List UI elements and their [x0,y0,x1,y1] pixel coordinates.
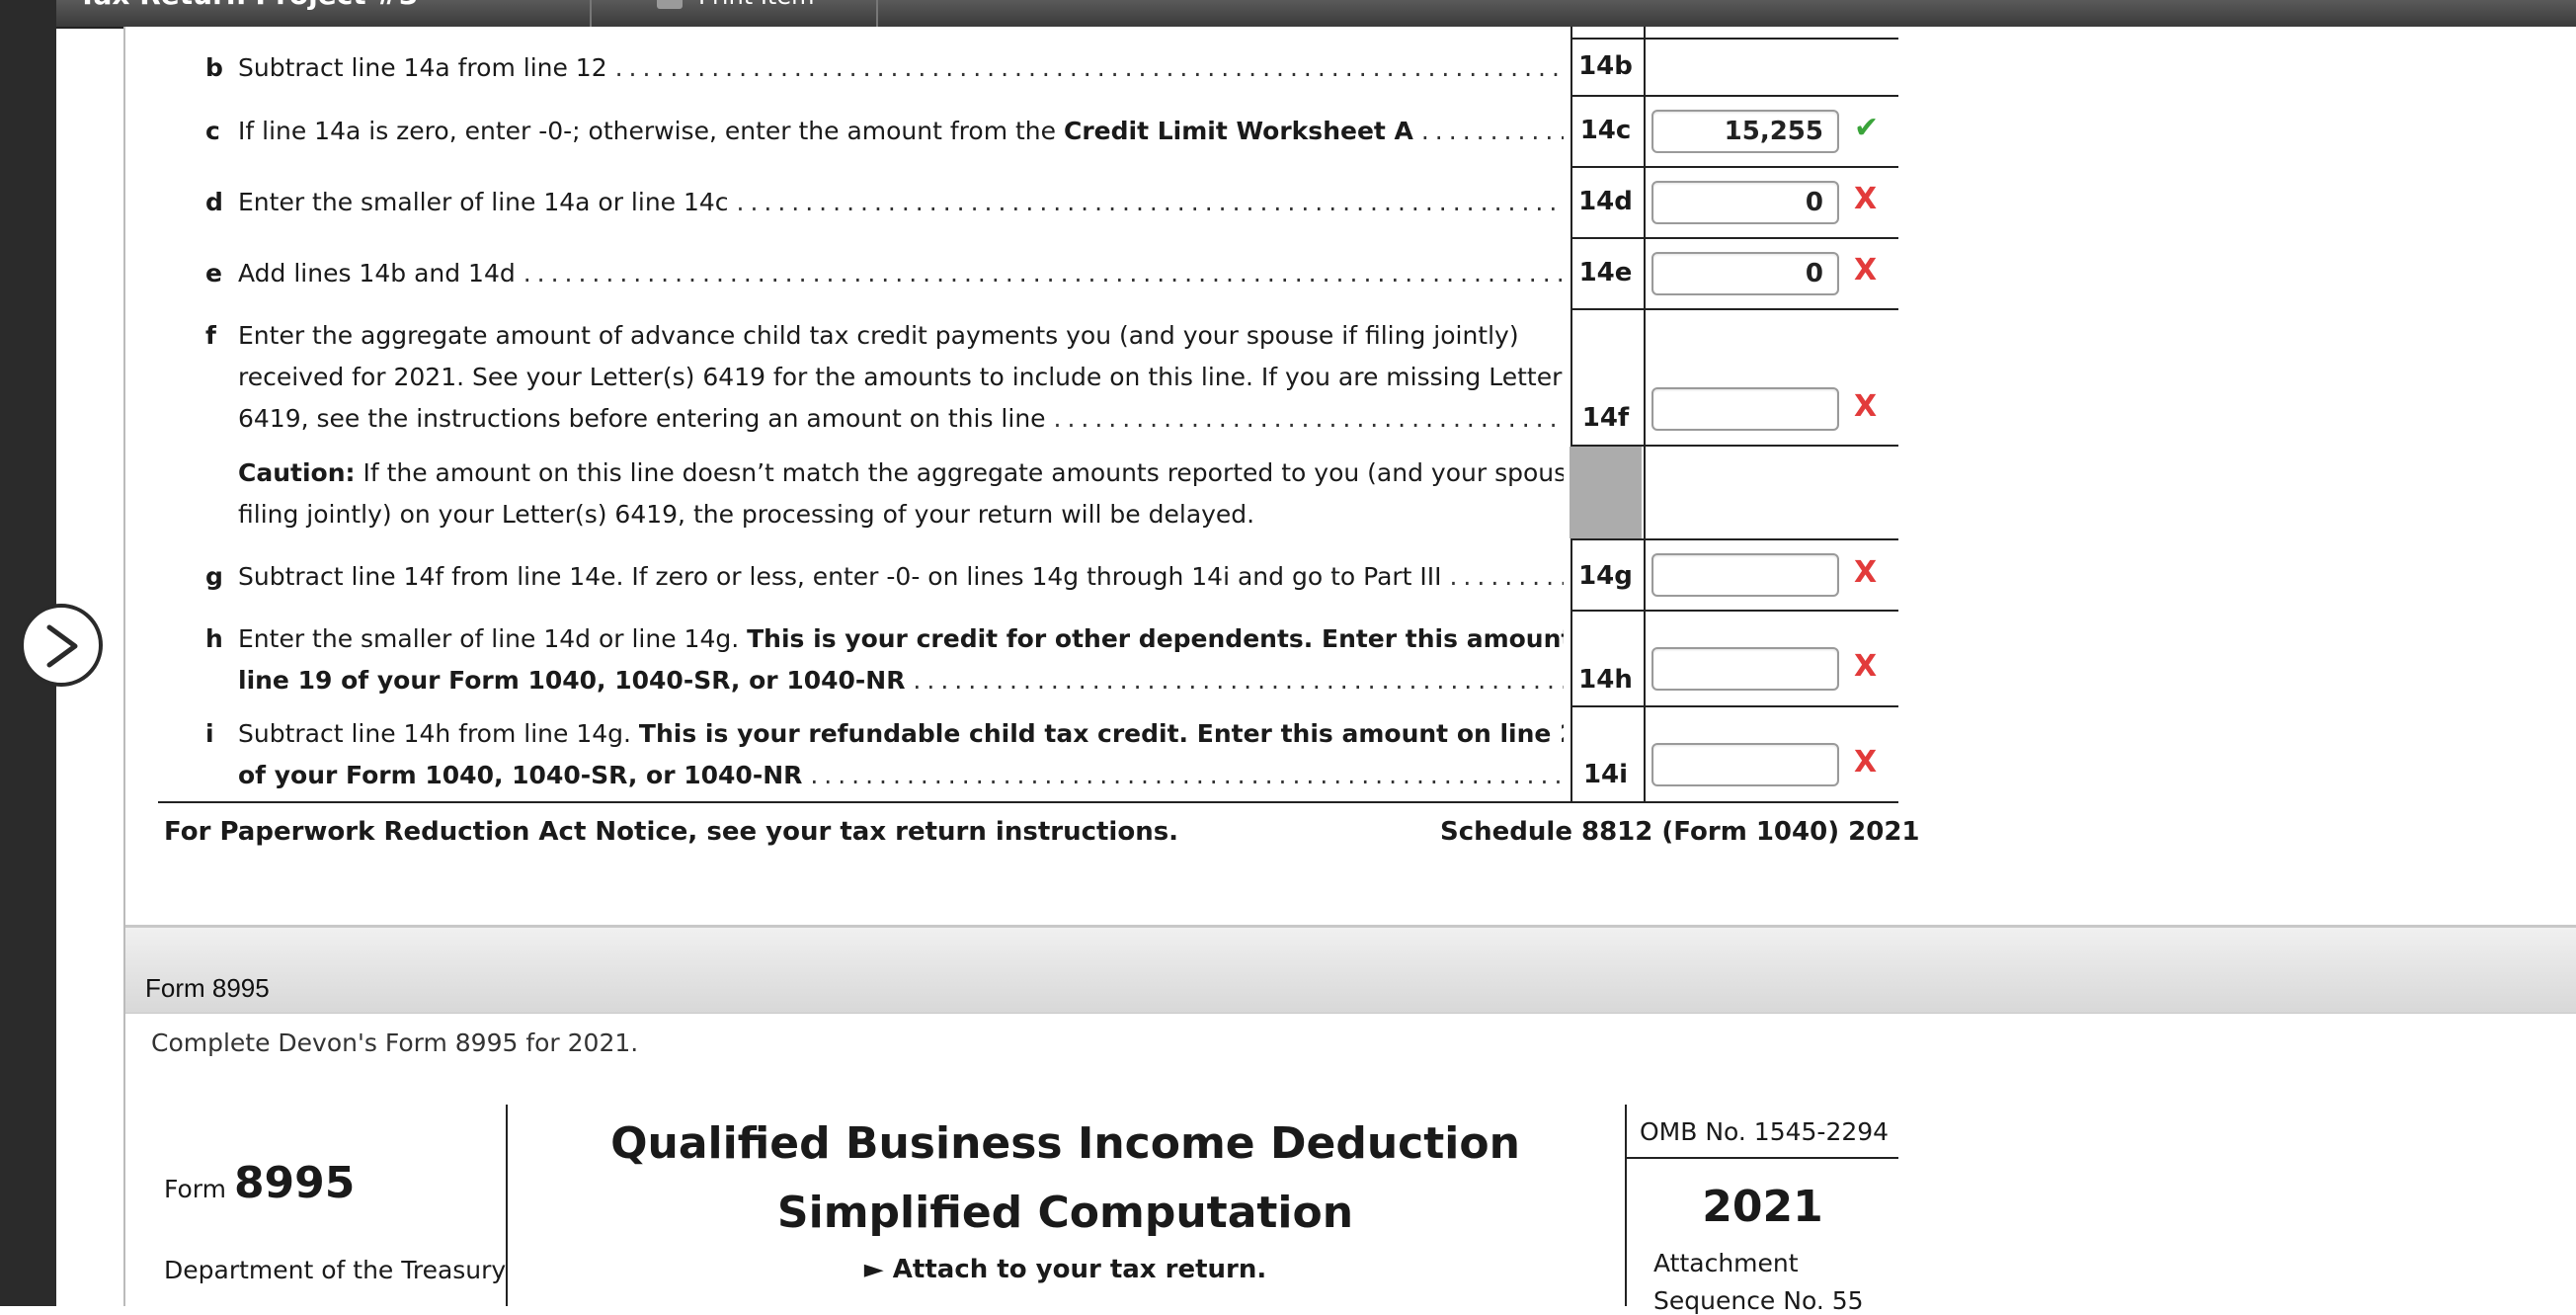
print-icon [657,0,683,9]
print-item-label: Print Item [698,0,814,10]
chevron-right-icon [46,624,78,668]
form-8995-instruction: Complete Devon's Form 8995 for 2021. [151,1028,639,1057]
line-14c-text: c If line 14a is zero, enter -0-; otherwi… [205,117,1564,145]
line-14i-input[interactable] [1651,743,1839,786]
attachment-label: Attachment [1653,1249,1799,1277]
print-item-button[interactable]: Print Item [657,0,814,10]
line-14i-number: 14i [1582,760,1629,789]
row-rule [1570,237,1898,239]
caution-text-1: Caution: If the amount on this line does… [238,458,1564,487]
line-14i-text-1: i Subtract line 14h from line 14g. This i… [205,719,1564,748]
line-14h-input[interactable] [1651,647,1839,691]
line-14h-number: 14h [1578,665,1633,695]
project-title: Tax Return Project #3 [78,0,418,11]
line-14g-number: 14g [1578,561,1633,591]
form-number-block: Form 8995 [164,1158,356,1208]
schedule-footer: Schedule 8812 (Form 1040) 2021 [1440,817,1920,847]
caution-grey-cell [1570,447,1642,538]
line-14f-number: 14f [1581,403,1630,433]
row-rule [1570,95,1898,97]
paperwork-notice: For Paperwork Reduction Act Notice, see … [164,817,1179,847]
line-14h-text-1: h Enter the smaller of line 14d or line 1… [205,624,1564,653]
attach-note: ► Attach to your tax return. [863,1255,1267,1284]
line-14h-text-2: line 19 of your Form 1040, 1040-SR, or 1… [238,666,1564,695]
error-x-icon: X [1854,745,1878,780]
row-rule [1570,166,1898,168]
line-14d-input[interactable] [1651,181,1839,224]
line-14e-number: 14e [1578,258,1633,288]
department-label: Department of the Treasury [164,1256,507,1284]
row-rule [1570,610,1898,612]
line-14g-input[interactable] [1651,553,1839,597]
top-bar: Tax Return Project #3 Print Item [56,0,2576,29]
line-14f-text-2: received for 2021. See your Letter(s) 64… [238,363,1563,391]
error-x-icon: X [1854,649,1878,684]
line-14f-text-1: f Enter the aggregate amount of advance c… [205,321,1519,350]
topbar-divider [876,0,878,27]
section-title: Form 8995 [145,973,270,1003]
line-14c-number: 14c [1579,116,1632,145]
line-14e-input[interactable] [1651,252,1839,295]
row-rule [1570,38,1898,40]
topbar-divider [590,0,592,27]
error-x-icon: X [1854,389,1878,424]
line-14e-text: e Add lines 14b and 14d .................… [205,259,1564,288]
line-14b-text: b Subtract line 14a from line 12 ........… [205,53,1564,82]
tax-year: 2021 [1702,1182,1823,1232]
check-icon: ✔ [1854,111,1880,145]
next-page-button[interactable] [20,604,103,687]
line-14b-number: 14b [1578,51,1633,81]
caution-text-2: filing jointly) on your Letter(s) 6419, … [238,500,1255,529]
line-14g-text: g Subtract line 14f from line 14e. If zer… [205,562,1564,591]
form-title-2: Simplified Computation [776,1188,1354,1238]
line-14c-input[interactable] [1651,110,1839,153]
error-x-icon: X [1854,253,1878,288]
line-14d-text: d Enter the smaller of line 14a or line 1… [205,188,1564,216]
num-col-right-rule [1644,27,1646,803]
omb-rule [1627,1157,1898,1159]
error-x-icon: X [1854,555,1878,590]
line-14f-text-3: 6419, see the instructions before enteri… [238,404,1564,433]
row-rule [1570,308,1898,310]
line-14f-input[interactable] [1651,387,1839,431]
omb-number: OMB No. 1545-2294 [1640,1117,1890,1146]
error-x-icon: X [1854,182,1878,216]
row-rule [1570,538,1898,540]
line-14i-text-2: of your Form 1040, 1040-SR, or 1040-NR .… [238,761,1564,789]
line-14d-number: 14d [1578,187,1633,216]
sequence-number: Sequence No. 55 [1653,1286,1864,1315]
form-8995-section-header: Form 8995 [125,925,2576,1014]
footer-rule [158,801,1898,803]
form-title-1: Qualified Business Income Deduction [610,1118,1520,1169]
row-rule [1570,705,1898,707]
